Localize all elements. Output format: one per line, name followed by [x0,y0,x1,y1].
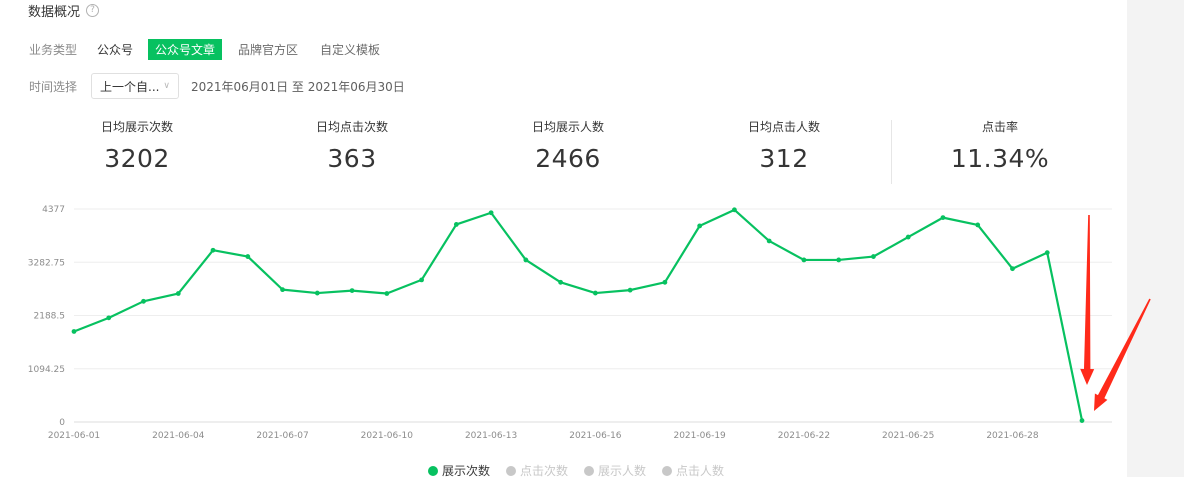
stat-avg-click-users: 日均点击人数 312 [704,118,864,173]
legend-dot-icon [506,465,517,476]
y-tick-label: 4377 [42,205,65,215]
y-tick-label: 1094.25 [28,365,65,375]
x-tick-label: 2021-06-01 [48,431,100,440]
page-title: 数据概况 [28,5,81,20]
data-point [905,234,911,240]
x-tick-label: 2021-06-10 [361,431,414,440]
x-tick-label: 2021-06-16 [569,431,622,440]
stat-label: 日均点击次数 [315,120,388,134]
data-point [1010,266,1015,272]
data-point [210,247,216,253]
data-point [940,215,946,221]
stat-divider [891,120,892,184]
stat-value: 363 [327,144,377,173]
legend-item[interactable]: 点击次数 [506,462,568,479]
legend-dot-icon [662,465,673,476]
stat-label: 点击率 [981,120,1018,134]
data-point [766,238,772,244]
y-tick-label: 2188.5 [34,312,66,322]
legend-label: 展示次数 [442,464,491,478]
data-point [349,288,355,294]
x-tick-label: 2021-06-07 [256,431,308,440]
data-point [175,291,181,296]
tab-brand-zone[interactable]: 品牌官方区 [238,39,298,60]
data-point [836,257,842,263]
stat-avg-impressions: 日均展示次数 3202 [57,118,217,173]
stat-avg-clicks: 日均点击次数 363 [272,118,432,173]
red-arrow-annotation [1080,214,1095,385]
stat-value: 312 [759,144,809,173]
legend-label: 展示人数 [598,464,647,478]
data-point [245,254,251,259]
data-point [1044,250,1050,256]
data-point [419,277,424,283]
data-point [453,222,459,227]
x-tick-label: 2021-06-28 [986,431,1039,440]
stat-label: 日均点击人数 [747,120,820,134]
tab-custom-template[interactable]: 自定义模板 [320,39,380,60]
question-circle-icon[interactable]: ? [86,4,100,17]
legend-item[interactable]: 展示次数 [428,462,490,479]
data-point [732,207,737,213]
business-type-label: 业务类型 [29,42,78,57]
data-point [488,210,494,216]
data-point [558,279,564,285]
time-range-select-value: 上一个自... [100,79,160,94]
stat-avg-impression-users: 日均展示人数 2466 [488,118,648,173]
line-chart: 0 1094.25 2188.5 3282.75 4377 2021-06-01 2021-… [28,205,1151,440]
x-tick-label: 2021-06-19 [673,431,726,440]
tab-official-account[interactable]: 公众号 [97,39,133,60]
data-point [871,254,876,259]
data-point [314,290,320,296]
time-select-label: 时间选择 [29,79,78,94]
data-point [1079,418,1085,423]
legend-dot-icon [584,465,595,476]
data-point [801,257,807,263]
stat-value: 11.34% [950,144,1050,173]
time-range-select[interactable]: 上一个自... ∨ [91,73,179,99]
data-point [106,315,112,321]
legend-item[interactable]: 点击人数 [662,462,724,479]
stat-label: 日均展示人数 [531,120,604,134]
data-point [523,257,529,263]
chart-legend: 展示次数 点击次数 展示人数 点击人数 [428,462,724,479]
section-header: 数据概况 ? [28,1,100,20]
business-type-filter: 业务类型 公众号 公众号文章 品牌官方区 自定义模板 [29,38,402,60]
legend-item[interactable]: 展示人数 [584,462,646,479]
stat-label: 日均展示次数 [100,120,173,134]
x-tick-label: 2021-06-25 [882,431,934,440]
data-point [592,290,598,296]
data-point [141,298,146,304]
stat-value: 3202 [104,144,170,173]
time-filter: 时间选择 上一个自... ∨ 2021年06月01日 至 2021年06月30日 [29,72,405,100]
data-point [627,287,633,293]
x-tick-label: 2021-06-13 [465,431,517,440]
legend-label: 点击次数 [520,464,569,478]
tab-account-articles[interactable]: 公众号文章 [148,38,223,60]
y-tick-label: 0 [59,418,65,428]
stat-ctr: 点击率 11.34% [920,118,1080,173]
data-point [975,222,981,228]
legend-dot-icon [428,465,438,476]
y-tick-label: 3282.75 [28,258,65,268]
x-tick-label: 2021-06-22 [778,431,830,440]
data-point [662,279,668,285]
data-point [280,287,285,293]
chevron-down-icon: ∨ [163,81,170,91]
data-point [384,291,390,296]
legend-label: 点击人数 [676,464,725,478]
data-point [697,223,703,229]
date-range-text: 2021年06月01日 至 2021年06月30日 [191,79,405,94]
data-point [71,329,77,334]
stat-value: 2466 [535,144,601,173]
x-tick-label: 2021-06-04 [152,431,205,440]
